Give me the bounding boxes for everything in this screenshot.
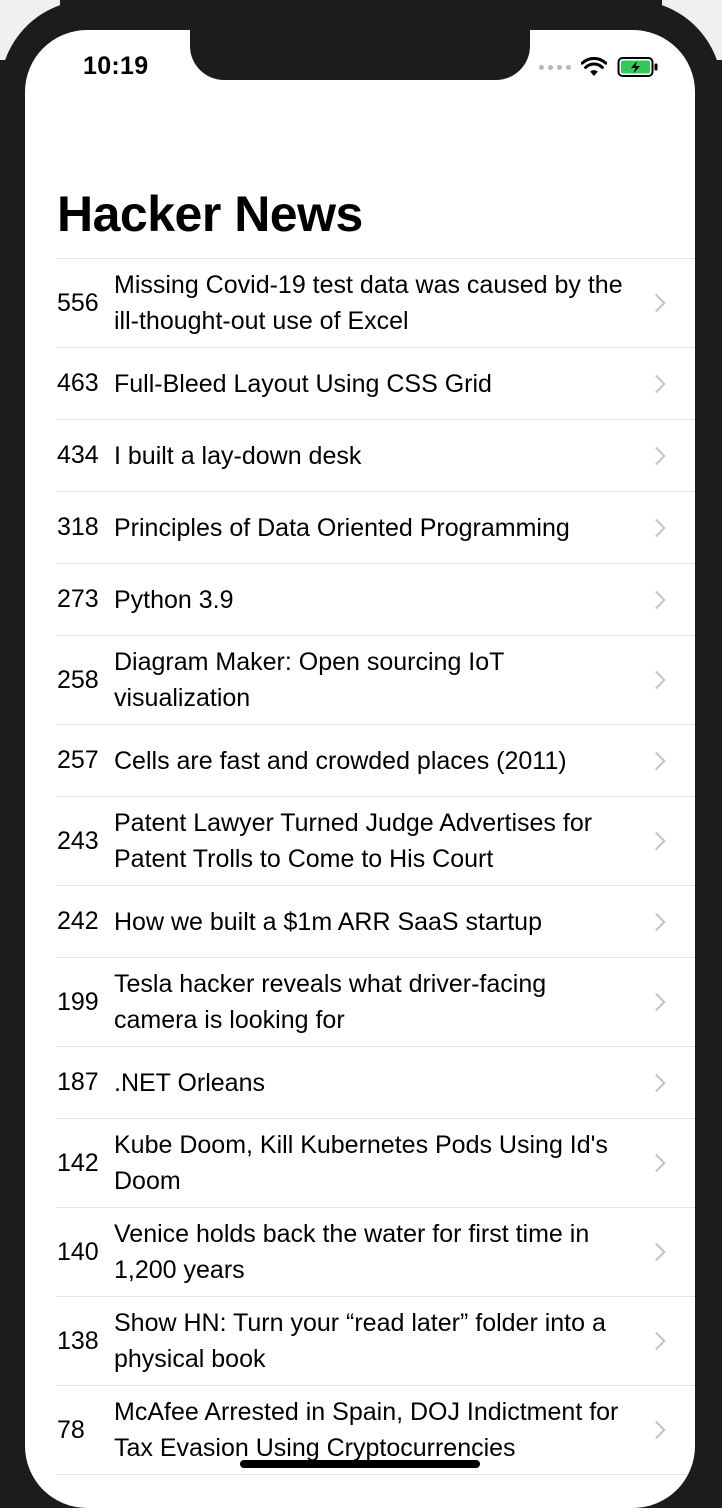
chevron-right-icon	[647, 670, 666, 690]
story-score: 199	[57, 987, 99, 1016]
story-title: Tesla hacker reveals what driver-facing …	[114, 970, 547, 1034]
story-title: Principles of Data Oriented Programming	[114, 513, 570, 542]
story-title: Show HN: Turn your “read later” folder i…	[114, 1309, 606, 1373]
chevron-right-icon	[647, 1331, 666, 1351]
story-score: 257	[57, 746, 99, 774]
story-row[interactable]: 257 Cells are fast and crowded places (20…	[56, 725, 695, 797]
story-title: How we built a $1m ARR SaaS startup	[114, 907, 542, 936]
chevron-right-icon	[647, 518, 666, 537]
story-score: 273	[57, 585, 99, 613]
story-score: 318	[57, 513, 99, 541]
story-score: 434	[57, 441, 99, 469]
story-row[interactable]: 434 I built a lay-down desk	[56, 420, 695, 492]
story-score: 138	[57, 1326, 99, 1355]
chevron-right-icon	[647, 751, 666, 770]
story-row[interactable]: 242 How we built a $1m ARR SaaS startup	[56, 886, 695, 958]
page-title: Hacker News	[57, 186, 363, 242]
chevron-right-icon	[647, 831, 666, 851]
story-title: Kube Doom, Kill Kubernetes Pods Using Id…	[114, 1131, 608, 1195]
chevron-right-icon	[647, 912, 666, 931]
story-row[interactable]: 556 Missing Covid-19 test data was caused…	[56, 259, 695, 348]
phone-screen: 10:19 Hacker News 556 Missing Covid-19 te…	[25, 30, 695, 1508]
notch	[190, 30, 530, 80]
home-indicator[interactable]	[240, 1460, 480, 1468]
story-list: 556 Missing Covid-19 test data was caused…	[56, 258, 695, 1475]
story-title: Cells are fast and crowded places (2011)	[114, 746, 567, 775]
story-title: Patent Lawyer Turned Judge Advertises fo…	[114, 809, 593, 873]
story-score: 556	[57, 288, 99, 317]
story-row[interactable]: 258 Diagram Maker: Open sourcing IoT visu…	[56, 636, 695, 725]
story-score: 243	[57, 826, 99, 855]
story-score: 463	[57, 369, 99, 397]
chevron-right-icon	[647, 1242, 666, 1262]
chevron-right-icon	[647, 1153, 666, 1173]
chevron-right-icon	[647, 1073, 666, 1092]
story-score: 187	[57, 1068, 99, 1096]
story-title: Python 3.9	[114, 585, 234, 614]
story-row[interactable]: 199 Tesla hacker reveals what driver-faci…	[56, 958, 695, 1047]
story-title: Full-Bleed Layout Using CSS Grid	[114, 369, 492, 398]
story-row[interactable]: 463 Full-Bleed Layout Using CSS Grid	[56, 348, 695, 420]
story-row[interactable]: 273 Python 3.9	[56, 564, 695, 636]
chevron-right-icon	[647, 1420, 666, 1440]
chevron-right-icon	[647, 446, 666, 465]
story-row[interactable]: 187 .NET Orleans	[56, 1047, 695, 1119]
story-score: 140	[57, 1237, 99, 1266]
story-title: Missing Covid-19 test data was caused by…	[114, 271, 623, 335]
story-row[interactable]: 138 Show HN: Turn your “read later” folde…	[56, 1297, 695, 1386]
story-row[interactable]: 318 Principles of Data Oriented Programmi…	[56, 492, 695, 564]
story-title: Venice holds back the water for first ti…	[114, 1220, 590, 1284]
story-title: .NET Orleans	[114, 1068, 265, 1097]
story-title: Diagram Maker: Open sourcing IoT visuali…	[114, 648, 504, 712]
story-score: 258	[57, 665, 99, 694]
story-row[interactable]: 243 Patent Lawyer Turned Judge Advertises…	[56, 797, 695, 886]
story-score: 78	[57, 1415, 85, 1444]
cellular-signal-icon	[539, 64, 571, 70]
status-time: 10:19	[83, 52, 149, 80]
story-score: 242	[57, 907, 99, 935]
device-frame: 10:19 Hacker News 556 Missing Covid-19 te…	[0, 0, 722, 1508]
wifi-icon	[581, 57, 607, 76]
story-score: 142	[57, 1148, 99, 1177]
chevron-right-icon	[647, 374, 666, 393]
story-title: McAfee Arrested in Spain, DOJ Indictment…	[114, 1398, 619, 1462]
chevron-right-icon	[647, 293, 666, 313]
story-row[interactable]: 142 Kube Doom, Kill Kubernetes Pods Using…	[56, 1119, 695, 1208]
chevron-right-icon	[647, 992, 666, 1012]
status-icons	[539, 56, 659, 78]
chevron-right-icon	[647, 590, 666, 609]
story-row[interactable]: 140 Venice holds back the water for first…	[56, 1208, 695, 1297]
battery-charging-icon	[617, 57, 658, 77]
story-title: I built a lay-down desk	[114, 441, 362, 470]
